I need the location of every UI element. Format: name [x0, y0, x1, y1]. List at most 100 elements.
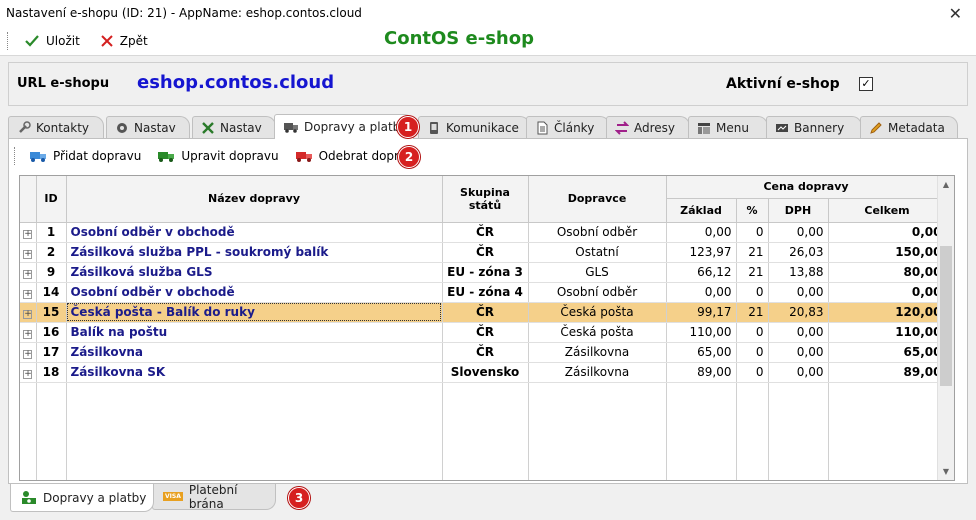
- empty-cell: [768, 422, 829, 442]
- settings-tabs: Kontakty Nastav Nastav Dopravy a platby …: [8, 114, 968, 139]
- tab-bannery[interactable]: Bannery: [766, 116, 862, 138]
- tab-dopravy-a-platby[interactable]: Dopravy a platby: [274, 114, 414, 139]
- back-label: Zpět: [119, 33, 148, 48]
- cell-pct: 0: [736, 362, 769, 383]
- empty-cell: [736, 442, 769, 462]
- empty-row: [20, 402, 947, 422]
- tab-komunikace[interactable]: Komunikace: [418, 116, 530, 138]
- expand-icon[interactable]: +: [20, 242, 37, 263]
- header-id[interactable]: ID: [36, 176, 67, 223]
- table-row[interactable]: +1 Osobní odběr v obchodě ČR Osobní odběr 0,…: [20, 222, 947, 243]
- cell-name: Osobní odběr v obchodě: [66, 222, 443, 243]
- empty-cell: [20, 442, 37, 462]
- tab-bottom-platebni-brana[interactable]: VISA Platební brána: [152, 483, 276, 511]
- save-button[interactable]: Uložit: [18, 30, 86, 52]
- cell-base: 66,12: [666, 262, 737, 283]
- scroll-down-icon[interactable]: ▼: [938, 463, 954, 480]
- url-panel: URL e-shopu eshop.contos.cloud Aktivní e…: [8, 62, 968, 106]
- expand-icon[interactable]: +: [20, 342, 37, 363]
- scroll-up-icon[interactable]: ▲: [938, 176, 954, 193]
- empty-cell: [828, 422, 947, 442]
- header-name[interactable]: Název dopravy: [66, 176, 443, 223]
- expand-icon[interactable]: +: [20, 262, 37, 283]
- cell-pct: 0: [736, 282, 769, 303]
- header-group[interactable]: Skupina států: [442, 176, 529, 223]
- header-total[interactable]: Celkem: [828, 198, 947, 223]
- empty-cell: [828, 442, 947, 462]
- toolbar-grip[interactable]: [7, 31, 10, 50]
- table-row[interactable]: +2 Zásilková služba PPL - soukromý balík Č…: [20, 242, 947, 263]
- plus-icon[interactable]: +: [23, 350, 33, 359]
- empty-cell: [20, 462, 37, 480]
- plus-icon[interactable]: +: [23, 270, 33, 279]
- tab-label: Bannery: [794, 120, 845, 135]
- header-pct[interactable]: %: [736, 198, 769, 223]
- shipping-table: ID Název dopravy Skupina států Dopravce …: [20, 176, 947, 480]
- header-base[interactable]: Základ: [666, 198, 737, 223]
- expand-icon[interactable]: +: [20, 302, 37, 323]
- cell-group: ČR: [442, 342, 529, 363]
- tab-metadata[interactable]: Metadata: [860, 116, 958, 138]
- cell-vat: 0,00: [768, 362, 829, 383]
- cell-total: 120,00: [828, 302, 947, 323]
- table-row[interactable]: +16 Balík na poštu ČR Česká pošta 110,00 0 0,0…: [20, 322, 947, 343]
- annotation-badge-2: 2: [398, 146, 420, 168]
- cell-pct: 0: [736, 342, 769, 363]
- expand-icon[interactable]: +: [20, 362, 37, 383]
- empty-cell: [36, 382, 67, 402]
- empty-cell: [528, 402, 667, 422]
- expand-icon[interactable]: +: [20, 322, 37, 343]
- plus-icon[interactable]: +: [23, 230, 33, 239]
- table-row[interactable]: +14 Osobní odběr v obchodě EU - zóna 4 Osob…: [20, 282, 947, 303]
- table-row[interactable]: +9 Zásilková služba GLS EU - zóna 3 GLS 66,1…: [20, 262, 947, 283]
- toolbar-grip[interactable]: [14, 147, 17, 165]
- cell-total: 89,00: [828, 362, 947, 383]
- tab-bottom-dopravy-a-platby[interactable]: Dopravy a platby: [10, 484, 154, 512]
- tab-clanky[interactable]: Články: [526, 116, 610, 138]
- plus-icon[interactable]: +: [23, 310, 33, 319]
- empty-cell: [828, 402, 947, 422]
- tab-menu[interactable]: Menu: [688, 116, 768, 138]
- table-row[interactable]: +18 Zásilkovna SK Slovensko Zásilkovna 89,00…: [20, 362, 947, 383]
- tab-kontakty[interactable]: Kontakty: [8, 116, 104, 138]
- close-icon: [101, 34, 113, 47]
- empty-cell: [666, 442, 737, 462]
- expand-icon[interactable]: +: [20, 282, 37, 303]
- cell-carrier: Zásilkovna: [528, 342, 667, 363]
- empty-cell: [666, 422, 737, 442]
- cell-total: 150,00: [828, 242, 947, 263]
- phone-icon: [430, 121, 438, 134]
- empty-cell: [66, 422, 443, 442]
- back-button[interactable]: Zpět: [94, 30, 154, 52]
- tab-nastav-1[interactable]: Nastav: [106, 116, 190, 138]
- table-row[interactable]: +15 Česká pošta - Balík do ruky ČR Česká po…: [20, 302, 947, 323]
- close-icon[interactable]: ✕: [949, 4, 962, 23]
- tab-nastav-2[interactable]: Nastav: [192, 116, 276, 138]
- plus-icon[interactable]: +: [23, 330, 33, 339]
- add-shipping-button[interactable]: Přidat dopravu: [25, 149, 145, 163]
- cell-carrier: Česká pošta: [528, 302, 667, 323]
- empty-cell: [528, 442, 667, 462]
- window-titlebar: Nastavení e-shopu (ID: 21) - AppName: es…: [0, 0, 976, 26]
- active-eshop-checkbox[interactable]: ✓: [859, 77, 873, 91]
- expand-icon[interactable]: +: [20, 222, 37, 243]
- tab-adresy[interactable]: Adresy: [606, 116, 690, 138]
- table-row[interactable]: +17 Zásilkovna ČR Zásilkovna 65,00 0 0,00 65,00: [20, 342, 947, 363]
- cell-pct: 21: [736, 242, 769, 263]
- empty-cell: [736, 422, 769, 442]
- plus-icon[interactable]: +: [23, 370, 33, 379]
- edit-shipping-button[interactable]: Upravit dopravu: [153, 149, 282, 163]
- cell-group: ČR: [442, 322, 529, 343]
- header-vat[interactable]: DPH: [768, 198, 829, 223]
- shipping-table-body: +1 Osobní odběr v obchodě ČR Osobní odběr 0,…: [20, 222, 947, 480]
- plus-icon[interactable]: +: [23, 250, 33, 259]
- brand-title: ContOS e-shop: [384, 28, 534, 49]
- header-carrier[interactable]: Dopravce: [528, 176, 667, 223]
- cell-pct: 21: [736, 302, 769, 323]
- vertical-scrollbar[interactable]: ▲ ▼: [937, 176, 954, 480]
- empty-cell: [666, 382, 737, 402]
- scroll-thumb[interactable]: [940, 246, 952, 386]
- empty-cell: [36, 442, 67, 462]
- empty-cell: [828, 462, 947, 480]
- plus-icon[interactable]: +: [23, 290, 33, 299]
